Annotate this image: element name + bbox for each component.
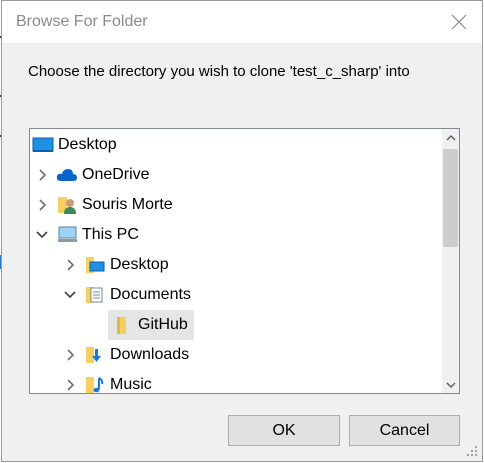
dialog-prompt: Choose the directory you wish to clone '… [28, 63, 410, 80]
tree-item-documents[interactable]: Documents [62, 280, 191, 310]
chevron-down-icon[interactable] [34, 227, 50, 243]
close-button[interactable] [448, 11, 470, 33]
chevron-down-icon [445, 381, 456, 388]
tree-item-downloads[interactable]: Downloads [62, 340, 189, 370]
vertical-scrollbar[interactable] [442, 129, 459, 393]
folder-tree[interactable]: Desktop OneDrive Souris Morte This PC De… [29, 128, 460, 394]
selection-highlight: GitHub [108, 310, 194, 340]
scroll-up-button[interactable] [442, 129, 459, 146]
chevron-right-icon[interactable] [34, 167, 50, 183]
scrollbar-thumb[interactable] [443, 149, 458, 247]
tree-item-github[interactable]: GitHub [108, 310, 194, 340]
cloud-icon [56, 165, 78, 185]
tree-item-label: Music [110, 376, 152, 393]
tree-item-label: This PC [82, 226, 139, 243]
desktop-blue-icon [32, 135, 54, 155]
music-folder-icon [84, 375, 106, 393]
title-bar: Browse For Folder [2, 1, 482, 43]
chevron-right-icon[interactable] [62, 347, 78, 363]
tree-item-desktop[interactable]: Desktop [62, 250, 169, 280]
tree-item-label: Documents [110, 286, 191, 303]
tree-item-onedrive[interactable]: OneDrive [34, 160, 150, 190]
computer-icon [56, 225, 78, 245]
close-icon [451, 14, 467, 30]
downloads-folder-icon [84, 345, 106, 365]
cancel-button[interactable]: Cancel [349, 415, 460, 446]
ok-button[interactable]: OK [228, 415, 340, 446]
chevron-down-icon[interactable] [62, 287, 78, 303]
tree-item-label: GitHub [138, 316, 188, 333]
scroll-down-button[interactable] [442, 376, 459, 393]
tree-item-music[interactable]: Music [62, 370, 152, 393]
folder-icon [112, 315, 134, 335]
chevron-up-icon [445, 134, 456, 141]
dialog-title: Browse For Folder [16, 13, 148, 30]
tree-item-label: Desktop [110, 256, 169, 273]
browse-for-folder-dialog: Browse For Folder Choose the directory y… [1, 0, 483, 462]
chevron-right-icon[interactable] [62, 257, 78, 273]
tree-item-label: Souris Morte [82, 196, 173, 213]
tree-item-label: OneDrive [82, 166, 150, 183]
tree-item-this-pc[interactable]: This PC [34, 220, 139, 250]
desktop-folder-icon [84, 255, 106, 275]
tree-item-desktop-root[interactable]: Desktop [32, 130, 117, 160]
chevron-right-icon[interactable] [34, 197, 50, 213]
resize-grip-icon[interactable] [466, 445, 478, 457]
user-folder-icon [56, 195, 78, 215]
tree-item-label: Desktop [58, 136, 117, 153]
tree-item-label: Downloads [110, 346, 190, 363]
chevron-right-icon[interactable] [62, 377, 78, 393]
documents-folder-icon [84, 285, 106, 305]
tree-item-souris-morte[interactable]: Souris Morte [34, 190, 173, 220]
